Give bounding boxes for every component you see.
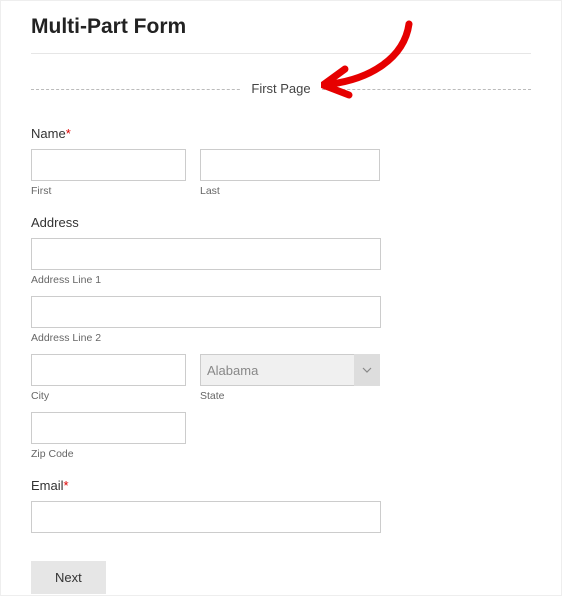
last-name-sublabel: Last bbox=[200, 185, 380, 197]
address-line1-input[interactable] bbox=[31, 238, 381, 270]
address-label: Address bbox=[31, 215, 531, 230]
address-line2-sublabel: Address Line 2 bbox=[31, 332, 531, 344]
city-sublabel: City bbox=[31, 390, 186, 402]
first-name-sublabel: First bbox=[31, 185, 186, 197]
last-name-input[interactable] bbox=[200, 149, 380, 181]
form-container: Multi-Part Form First Page Name* First L… bbox=[0, 0, 562, 596]
email-input[interactable] bbox=[31, 501, 381, 533]
email-field-group: Email* bbox=[31, 478, 531, 533]
required-mark: * bbox=[64, 478, 69, 493]
next-button[interactable]: Next bbox=[31, 561, 106, 594]
email-label: Email* bbox=[31, 478, 531, 493]
email-label-text: Email bbox=[31, 478, 64, 493]
address-field-group: Address Address Line 1 Address Line 2 Ci… bbox=[31, 215, 531, 460]
address-line1-sublabel: Address Line 1 bbox=[31, 274, 531, 286]
address-line2-input[interactable] bbox=[31, 296, 381, 328]
name-label: Name* bbox=[31, 126, 531, 141]
title-divider bbox=[31, 53, 531, 54]
page-break-label: First Page bbox=[241, 81, 320, 96]
page-title: Multi-Part Form bbox=[31, 11, 531, 53]
name-field-group: Name* First Last bbox=[31, 126, 531, 197]
city-input[interactable] bbox=[31, 354, 186, 386]
name-label-text: Name bbox=[31, 126, 66, 141]
state-select[interactable]: Alabama bbox=[200, 354, 380, 386]
first-name-input[interactable] bbox=[31, 149, 186, 181]
zip-sublabel: Zip Code bbox=[31, 448, 531, 460]
page-break-divider: First Page bbox=[31, 80, 531, 98]
required-mark: * bbox=[66, 126, 71, 141]
state-sublabel: State bbox=[200, 390, 380, 402]
zip-input[interactable] bbox=[31, 412, 186, 444]
